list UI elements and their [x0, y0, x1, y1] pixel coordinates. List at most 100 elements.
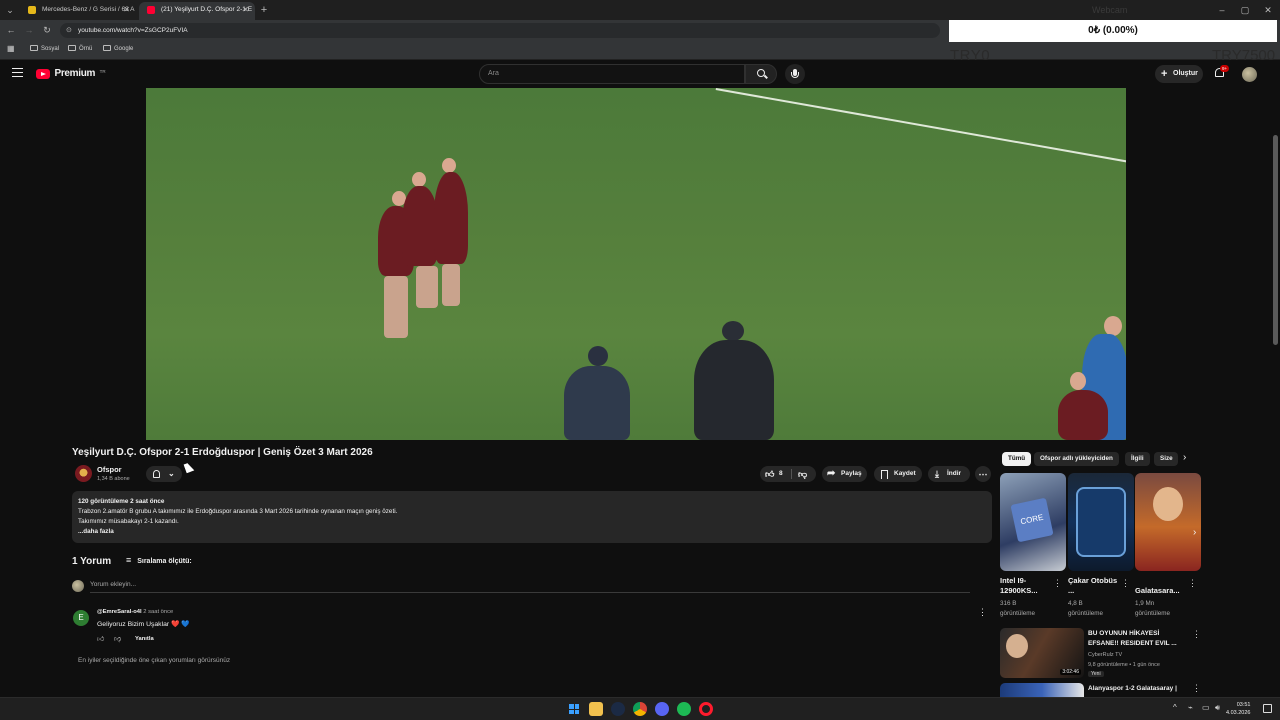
- menu-icon[interactable]: [12, 68, 23, 77]
- player-legs: [416, 266, 438, 308]
- create-button[interactable]: + Oluştur: [1155, 65, 1203, 83]
- video-thumbnail[interactable]: [1068, 473, 1134, 571]
- file-explorer-icon[interactable]: [589, 702, 603, 716]
- page-scrollbar[interactable]: [1273, 135, 1278, 345]
- chip-related[interactable]: İlgili: [1125, 452, 1150, 466]
- share-label: Paylaş: [841, 470, 862, 477]
- carousel-next-icon[interactable]: ›: [1193, 527, 1196, 538]
- coach-head: [722, 321, 744, 341]
- video-menu-icon[interactable]: ⋮: [1192, 629, 1201, 640]
- like-button[interactable]: 👍︎ 8: [760, 466, 790, 482]
- bookmark-label: Sosyal: [41, 46, 60, 52]
- forward-icon[interactable]: →: [22, 23, 36, 37]
- save-button[interactable]: Kaydet: [874, 466, 922, 482]
- video-title[interactable]: Intel I9-12900KS...: [1000, 576, 1050, 596]
- steam-icon[interactable]: [611, 702, 625, 716]
- player-head: [442, 158, 456, 173]
- apps-grid-icon[interactable]: ▦: [7, 44, 15, 53]
- video-thumbnail[interactable]: [1135, 473, 1201, 571]
- show-more-link[interactable]: ...daha fazla: [78, 527, 986, 537]
- url-text: youtube.com/watch?v=ZsGCP2uFVIA: [78, 27, 188, 34]
- new-tab-button[interactable]: +: [257, 3, 271, 17]
- thumbs-up-icon: 👍︎: [765, 469, 775, 479]
- avatar: [72, 580, 84, 592]
- chip-all[interactable]: Tümü: [1002, 452, 1032, 466]
- close-window-icon[interactable]: ✕: [1261, 3, 1275, 17]
- search-input[interactable]: Ara: [479, 64, 745, 84]
- search-button[interactable]: [745, 64, 777, 84]
- player-figure: [402, 186, 438, 266]
- tab-close-icon[interactable]: ✕: [242, 2, 249, 18]
- youtube-logo[interactable]: Premium TR: [36, 69, 106, 81]
- channel-name[interactable]: Ofspor: [97, 465, 122, 474]
- avatar[interactable]: [1242, 67, 1257, 82]
- video-menu-icon[interactable]: ⋮: [1121, 578, 1130, 589]
- bookmark-google[interactable]: Google: [103, 45, 133, 52]
- tab-close-icon[interactable]: ✕: [123, 2, 130, 18]
- clock[interactable]: 03:51 4.03.2026: [1226, 701, 1250, 717]
- network-icon[interactable]: ⌁: [1188, 703, 1193, 712]
- video-title[interactable]: Çakar Otobüs ...: [1068, 576, 1118, 596]
- video-title[interactable]: Alanyaspor 1-2 Galatasaray | ...: [1088, 684, 1184, 694]
- volume-icon[interactable]: 🔊︎: [1215, 703, 1220, 713]
- chip-from-uploader[interactable]: Ofspor adlı yükleyiciden: [1034, 452, 1119, 466]
- comment-author[interactable]: @EmreSaral-o4l: [97, 609, 142, 615]
- voice-search-button[interactable]: [785, 64, 805, 84]
- chrome-icon[interactable]: [633, 702, 647, 716]
- video-player[interactable]: [146, 88, 1126, 440]
- maximize-window-icon[interactable]: ▢: [1238, 3, 1252, 17]
- video-title[interactable]: BU OYUNUN HİKAYESİ EFSANE!! RESIDENT EVI…: [1088, 629, 1184, 649]
- description-box[interactable]: 120 görüntüleme 2 saat önce Trabzon 2.am…: [72, 491, 992, 543]
- add-comment-input[interactable]: Yorum ekleyin...: [90, 581, 970, 593]
- video-thumbnail[interactable]: 3:02:46: [1000, 628, 1084, 678]
- video-menu-icon[interactable]: ⋮: [1188, 578, 1197, 589]
- opera-icon[interactable]: [699, 702, 713, 716]
- webcam-label: Webcam: [1092, 5, 1128, 15]
- reply-button[interactable]: Yanıtla: [135, 636, 154, 642]
- video-menu-icon[interactable]: ⋮: [1053, 578, 1062, 589]
- notification-center-icon[interactable]: [1263, 704, 1272, 713]
- download-icon: ⤓: [935, 469, 939, 479]
- discord-icon[interactable]: [655, 702, 669, 716]
- browser-tab-youtube[interactable]: (21) Yeşilyurt D.Ç. Ofspor 2-1 E ✕: [139, 2, 255, 20]
- video-thumbnail[interactable]: CORE: [1000, 473, 1066, 571]
- dislike-button[interactable]: 👎︎: [795, 466, 813, 482]
- start-icon[interactable]: [567, 702, 581, 716]
- browser-tab-mercedes[interactable]: Mercedes-Benz / G Serisi / 63 A ✕: [20, 2, 136, 20]
- site-info-icon[interactable]: ⊙: [66, 23, 72, 38]
- chevron-right-icon[interactable]: ›: [1183, 452, 1186, 463]
- channel-name[interactable]: CyberRulz TV: [1088, 650, 1122, 660]
- channel-avatar[interactable]: [75, 465, 92, 482]
- chip-for-you[interactable]: Size: [1154, 452, 1178, 466]
- spotify-icon[interactable]: [677, 702, 691, 716]
- browser-tab-bar: ⌄ Mercedes-Benz / G Serisi / 63 A ✕ (21)…: [0, 0, 1280, 20]
- minimize-window-icon[interactable]: –: [1215, 3, 1229, 17]
- more-actions-button[interactable]: ⋯: [975, 466, 991, 482]
- subscribed-button[interactable]: ⌄: [146, 466, 182, 482]
- video-thumbnail[interactable]: [1000, 683, 1084, 697]
- video-title: Yeşilyurt D.Ç. Ofspor 2-1 Erdoğduspor | …: [72, 447, 373, 458]
- url-input[interactable]: ⊙ youtube.com/watch?v=ZsGCP2uFVIA: [60, 23, 940, 38]
- clock-time: 03:51: [1236, 702, 1251, 708]
- tray-chevron-icon[interactable]: ^: [1173, 703, 1177, 712]
- download-button[interactable]: ⤓ İndir: [928, 466, 970, 482]
- share-button[interactable]: ➦ Paylaş: [822, 466, 867, 482]
- tab-label: Mercedes-Benz / G Serisi / 63 A: [42, 6, 135, 13]
- reload-icon[interactable]: ↻: [40, 23, 54, 37]
- notifications-button[interactable]: 9+: [1214, 65, 1230, 81]
- video-menu-icon[interactable]: ⋮: [1192, 683, 1201, 694]
- bookmark-sosyal[interactable]: Sosyal: [30, 45, 59, 52]
- display-icon[interactable]: ▭: [1202, 703, 1210, 712]
- tab-label: (21) Yeşilyurt D.Ç. Ofspor 2-1 E: [161, 6, 253, 13]
- video-title[interactable]: Galatasara...: [1135, 586, 1185, 596]
- comment-menu-icon[interactable]: ⋮: [978, 607, 987, 618]
- sort-button[interactable]: ≡ Sıralama ölçütü:: [126, 555, 192, 565]
- create-label: Oluştur: [1173, 70, 1198, 77]
- comment-avatar[interactable]: E: [73, 610, 89, 626]
- bookmark-ornu[interactable]: Örnü: [68, 45, 92, 52]
- comment-like-icon[interactable]: 👍︎: [97, 634, 104, 643]
- tab-search-icon[interactable]: ⌄: [3, 3, 17, 17]
- comment-dislike-icon[interactable]: 👎︎: [114, 634, 121, 643]
- comment-text: Geliyoruz Bizim Uşaklar ❤️ 💙: [97, 621, 190, 628]
- back-icon[interactable]: ←: [4, 23, 18, 37]
